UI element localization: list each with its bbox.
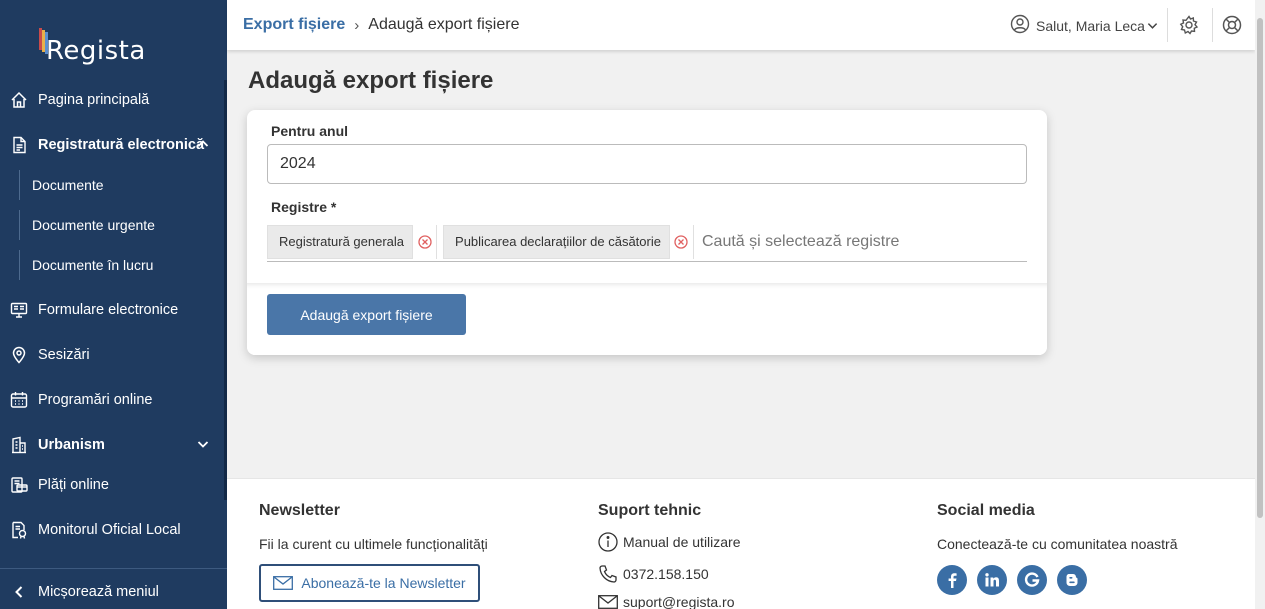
envelope-icon	[273, 576, 294, 590]
page-footer: Newsletter Fii la curent cu ultimele fun…	[227, 478, 1255, 609]
user-menu[interactable]: Salut, Maria Leca	[1010, 14, 1158, 37]
year-field-label: Pentru anul	[271, 123, 349, 139]
sidebar-item-programari[interactable]: Programări online	[0, 383, 227, 417]
logo-text: Regista	[46, 36, 146, 66]
collapse-menu-label: Micșorează meniul	[38, 584, 159, 600]
breadcrumb-current: Adaugă export fișiere	[368, 16, 520, 33]
sidebar: Regista Pagina principală Registratură e…	[0, 0, 227, 609]
user-avatar-icon	[1010, 14, 1030, 37]
settings-gear-icon[interactable]	[1179, 15, 1199, 35]
chevron-up-icon	[197, 138, 209, 154]
calendar-icon	[10, 391, 28, 409]
phone-icon	[598, 564, 618, 584]
page-scrollbar-thumb[interactable]	[1257, 18, 1263, 518]
sidebar-scrollbar[interactable]	[224, 80, 227, 500]
document-icon	[10, 136, 28, 154]
year-input[interactable]: 2024	[267, 144, 1027, 184]
sidebar-item-label: Plăți online	[38, 477, 109, 493]
newsletter-button-label: Abonează-te la Newsletter	[301, 575, 466, 591]
sidebar-subitem-label: Documente urgente	[32, 217, 155, 233]
monitor-form-icon	[10, 301, 28, 319]
official-doc-icon	[10, 521, 28, 539]
sidebar-item-label: Registratură electronică	[38, 137, 205, 153]
sidebar-subitem-label: Documente în lucru	[32, 257, 154, 273]
envelope-icon	[598, 595, 618, 609]
sidebar-item-label: Pagina principală	[38, 92, 150, 108]
user-greeting: Salut, Maria Leca	[1036, 17, 1145, 34]
sidebar-item-urbanism[interactable]: Urbanism	[0, 428, 227, 462]
help-lifebuoy-icon[interactable]	[1222, 15, 1242, 35]
top-bar: Export fișiere › Adaugă export fișiere S…	[227, 0, 1255, 50]
registers-field-label: Registre *	[271, 199, 337, 215]
sidebar-item-home[interactable]: Pagina principală	[0, 83, 227, 117]
info-icon	[598, 532, 618, 552]
building-icon	[10, 436, 28, 454]
breadcrumb: Export fișiere › Adaugă export fișiere	[243, 16, 519, 34]
logo-mark-icon	[39, 28, 48, 54]
register-chip: Registratură generala	[267, 224, 438, 259]
newsletter-subscribe-button[interactable]: Abonează-te la Newsletter	[259, 564, 480, 602]
sidebar-item-label: Sesizări	[38, 347, 90, 363]
topbar-divider	[1212, 8, 1213, 42]
support-phone-label: 0372.158.150	[623, 566, 709, 582]
sidebar-item-registratura[interactable]: Registratură electronică	[0, 128, 227, 162]
sidebar-item-label: Programări online	[38, 392, 153, 408]
topbar-divider	[1167, 8, 1168, 42]
sidebar-item-label: Formulare electronice	[38, 302, 179, 318]
export-form-card: Pentru anul 2024 Registre * Registratură…	[247, 110, 1047, 355]
sidebar-item-label: Urbanism	[38, 437, 105, 453]
sidebar-subitem-label: Documente	[32, 177, 104, 193]
blogger-icon[interactable]	[1057, 565, 1087, 595]
support-phone[interactable]: 0372.158.150	[598, 564, 709, 584]
breadcrumb-separator: ›	[354, 16, 360, 34]
collapse-menu-button[interactable]: Micșorează meniul	[0, 575, 227, 609]
sidebar-item-formulare[interactable]: Formulare electronice	[0, 293, 227, 327]
remove-chip-icon[interactable]	[412, 224, 437, 259]
form-actions: Adaugă export fișiere	[247, 283, 1047, 355]
newsletter-title: Newsletter	[259, 502, 340, 519]
newsletter-text: Fii la curent cu ultimele funcționalităț…	[259, 536, 488, 552]
chevron-left-icon	[10, 583, 28, 601]
register-chip-label: Publicarea declarațiilor de căsătorie	[455, 234, 661, 249]
registers-multiselect[interactable]: Registratură generala Publicarea declara…	[267, 222, 1027, 262]
sidebar-item-plati[interactable]: Plăți online	[0, 468, 227, 502]
support-email-label: suport@regista.ro	[623, 594, 735, 609]
payment-icon	[10, 476, 28, 494]
register-chip-label: Registratură generala	[279, 234, 405, 249]
google-icon[interactable]	[1017, 565, 1047, 595]
sidebar-divider	[0, 568, 227, 569]
sidebar-item-sesizari[interactable]: Sesizări	[0, 338, 227, 372]
sidebar-subitem-documente-in-lucru[interactable]: Documente în lucru	[19, 250, 225, 280]
chevron-down-icon	[197, 438, 209, 454]
support-manual-link[interactable]: Manual de utilizare	[598, 532, 741, 552]
breadcrumb-parent-link[interactable]: Export fișiere	[243, 16, 345, 34]
app-logo[interactable]: Regista	[39, 26, 146, 66]
page-scrollbar[interactable]	[1255, 0, 1265, 609]
remove-chip-icon[interactable]	[668, 224, 693, 259]
support-manual-label: Manual de utilizare	[623, 534, 741, 550]
register-chip: Publicarea declarațiilor de căsătorie	[443, 224, 694, 259]
sidebar-item-label: Monitorul Oficial Local	[38, 522, 181, 538]
linkedin-icon[interactable]	[977, 565, 1007, 595]
add-export-button[interactable]: Adaugă export fișiere	[267, 294, 466, 335]
social-text: Conectează-te cu comunitatea noastră	[937, 536, 1178, 552]
chevron-down-icon	[1147, 20, 1158, 31]
facebook-icon[interactable]	[937, 565, 967, 595]
registers-search-input[interactable]	[699, 232, 1020, 251]
sidebar-subitem-documente-urgente[interactable]: Documente urgente	[19, 210, 225, 240]
map-pin-icon	[10, 346, 28, 364]
sidebar-item-monitorul-oficial[interactable]: Monitorul Oficial Local	[0, 513, 227, 547]
social-title: Social media	[937, 502, 1035, 519]
support-title: Suport tehnic	[598, 502, 702, 519]
support-email[interactable]: suport@regista.ro	[598, 594, 734, 609]
page-title: Adaugă export fișiere	[248, 67, 494, 94]
sidebar-subitem-documente[interactable]: Documente	[19, 170, 225, 200]
home-icon	[10, 91, 28, 109]
